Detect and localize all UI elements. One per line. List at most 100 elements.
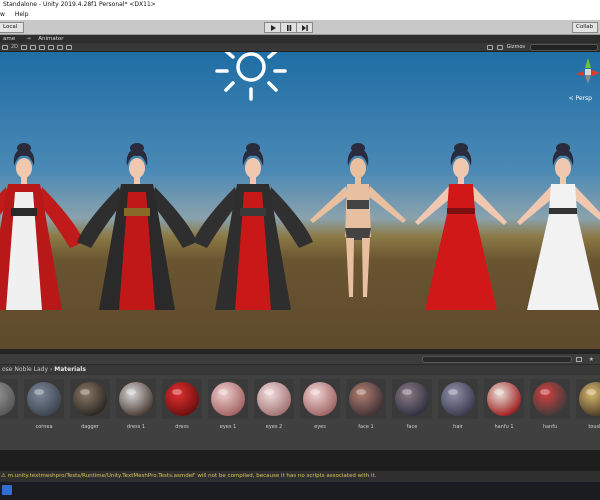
scene-canvas: < Persp [0, 52, 600, 310]
tools-icon[interactable] [486, 45, 493, 50]
step-icon [301, 24, 308, 31]
material-asset[interactable]: hanfu [530, 379, 570, 434]
sun-icon [215, 52, 287, 101]
play-button[interactable] [264, 22, 281, 33]
material-label: dress [175, 424, 189, 430]
render-mode-icon[interactable] [496, 45, 503, 50]
sphere-material-icon [395, 382, 429, 416]
material-label: face [406, 424, 418, 430]
material-label: face 1 [358, 424, 374, 430]
character-figure[interactable] [517, 143, 600, 310]
camera-settings-icon[interactable] [57, 45, 64, 50]
material-label: toushi [588, 424, 600, 430]
sphere-material-icon [165, 382, 199, 416]
character-figure[interactable] [77, 143, 197, 310]
sphere-material-icon [441, 382, 475, 416]
windows-start-icon[interactable] [2, 485, 12, 495]
material-thumbnail [392, 379, 432, 419]
material-asset[interactable]: dagger [70, 379, 110, 434]
filter-by-type-icon[interactable] [576, 357, 582, 362]
character-figure[interactable] [310, 143, 406, 297]
material-thumbnail [346, 379, 386, 419]
perspective-label[interactable]: < Persp [569, 95, 593, 102]
audio-toggle-icon[interactable] [30, 45, 37, 50]
sphere-material-icon [349, 382, 383, 416]
sphere-material-icon [487, 382, 521, 416]
breadcrumb: ose Noble Lady › Materials [0, 365, 600, 375]
gizmo-toggle-icon[interactable] [66, 45, 73, 50]
character-figure[interactable] [0, 143, 84, 310]
scene-search-input[interactable] [530, 44, 598, 51]
taskbar-strip [0, 482, 600, 500]
menu-window[interactable]: w [0, 10, 9, 20]
scene-viewport[interactable]: < Persp [0, 52, 600, 349]
sphere-material-icon [257, 382, 291, 416]
breadcrumb-separator: › [49, 366, 53, 373]
sphere-material-icon [211, 382, 245, 416]
shading-mode-icon[interactable] [2, 45, 8, 50]
favorite-star-icon[interactable]: ★ [589, 356, 594, 363]
material-asset[interactable]: cornea [24, 379, 64, 434]
material-asset[interactable]: eyes [300, 379, 340, 434]
menu-help[interactable]: Help [11, 10, 33, 20]
asset-grid: cornea dagger dress 1 dress eyes 1 eyes 2 eyes… [0, 375, 600, 450]
gizmos-dropdown[interactable]: Gizmos [507, 43, 525, 52]
material-label: eyes 2 [265, 424, 283, 430]
tab-animator[interactable]: ⇥ Animator [20, 35, 70, 43]
material-asset[interactable]: eyes 1 [208, 379, 248, 434]
material-asset[interactable]: dress 1 [116, 379, 156, 434]
project-toolbar: ★ [0, 354, 600, 365]
material-label: cornea [35, 424, 53, 430]
material-thumbnail [530, 379, 570, 419]
material-thumbnail [162, 379, 202, 419]
unity-editor-window: Standalone - Unity 2019.4.28f1 Personal*… [0, 0, 600, 500]
window-title: Standalone - Unity 2019.4.28f1 Personal*… [0, 0, 600, 10]
orientation-gizmo[interactable] [576, 58, 600, 84]
step-button[interactable] [296, 22, 313, 33]
material-asset[interactable]: dress [162, 379, 202, 434]
lighting-toggle-icon[interactable] [21, 45, 28, 50]
material-thumbnail [254, 379, 294, 419]
warning-icon: ⚠ [1, 473, 6, 479]
material-asset[interactable]: face 1 [346, 379, 386, 434]
material-thumbnail [438, 379, 478, 419]
character-figure[interactable] [415, 143, 507, 310]
tab-scene[interactable]: ame [0, 35, 18, 43]
material-label: hair [453, 424, 463, 430]
local-label: Local [3, 24, 18, 30]
character-figure[interactable] [193, 143, 313, 310]
pause-button[interactable] [280, 22, 297, 33]
material-label: eyes 1 [219, 424, 237, 430]
material-thumbnail [116, 379, 156, 419]
material-asset[interactable]: toushi [576, 379, 600, 434]
collab-dropdown[interactable]: Collab [572, 22, 598, 33]
material-asset[interactable]: face [392, 379, 432, 434]
pivot-local-toggle[interactable]: Local [0, 22, 24, 33]
scene-toolbar-right: Gizmos [486, 43, 525, 52]
material-asset[interactable]: eyes 2 [254, 379, 294, 434]
material-label: hanfu 1 [494, 424, 514, 430]
status-message: m.unity.textmeshpro/Tests/Runtime/Unity.… [7, 473, 377, 479]
sphere-material-icon [0, 382, 15, 416]
hidden-objects-icon[interactable] [48, 45, 55, 50]
material-label: eyes [314, 424, 326, 430]
console-status-bar[interactable]: ⚠ m.unity.textmeshpro/Tests/Runtime/Unit… [0, 471, 600, 482]
material-thumbnail [208, 379, 248, 419]
material-asset[interactable]: hair [438, 379, 478, 434]
scene-view-toolbar: 2D Gizmos [0, 43, 600, 52]
mode-2d-toggle[interactable]: 2D [11, 43, 18, 52]
material-asset[interactable] [0, 379, 18, 434]
tab-animator-label: Animator [38, 36, 64, 42]
sphere-material-icon [579, 382, 600, 416]
effects-toggle-icon[interactable] [39, 45, 46, 50]
play-controls [264, 22, 313, 33]
character-figures [0, 143, 600, 310]
sphere-material-icon [73, 382, 107, 416]
sphere-material-icon [27, 382, 61, 416]
breadcrumb-parent[interactable]: ose Noble Lady [2, 366, 48, 373]
material-asset[interactable]: hanfu 1 [484, 379, 524, 434]
material-thumbnail [70, 379, 110, 419]
breadcrumb-current[interactable]: Materials [54, 366, 86, 373]
project-search-input[interactable] [422, 356, 572, 363]
scene-tools: 2D [2, 43, 73, 52]
